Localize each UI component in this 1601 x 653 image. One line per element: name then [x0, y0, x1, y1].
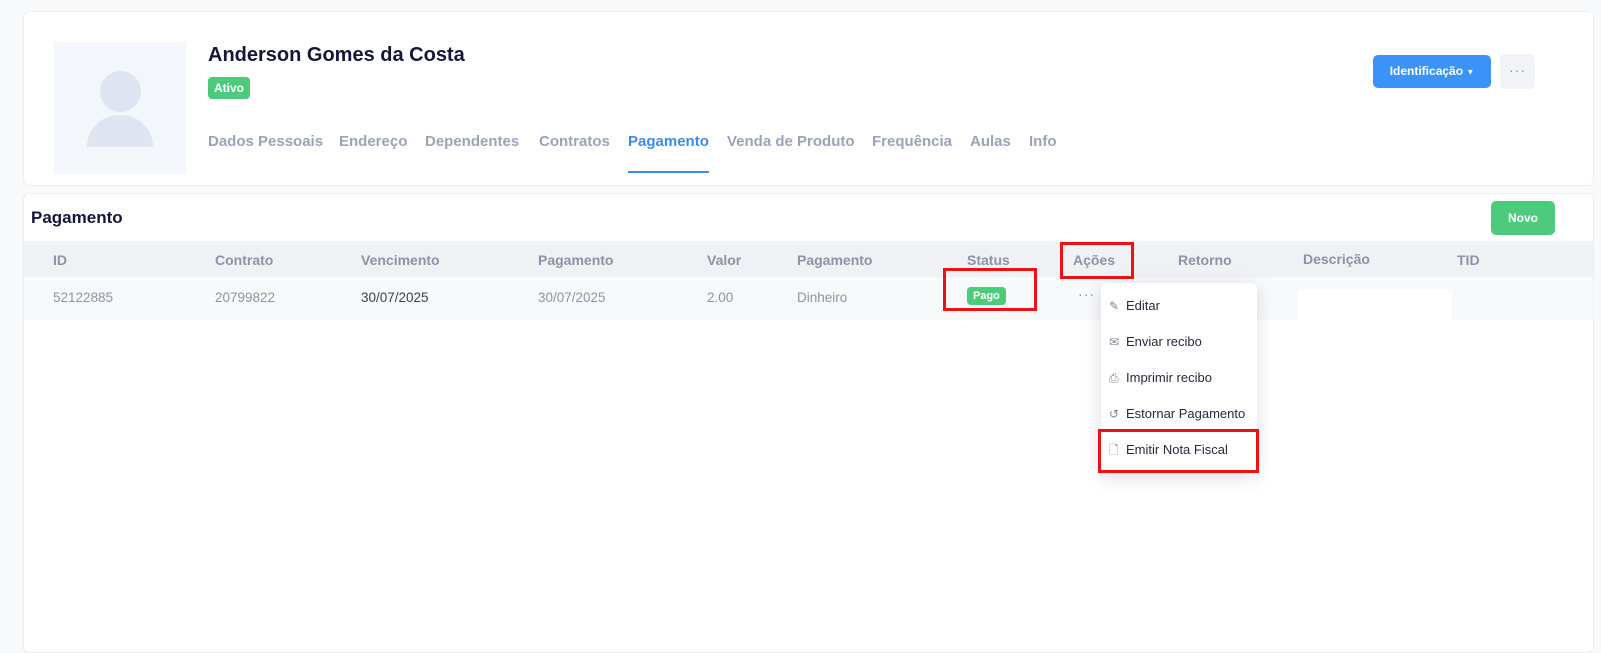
cell-valor: 2.00	[707, 290, 734, 305]
menu-item-label: Editar	[1126, 298, 1160, 313]
avatar-head-shape	[100, 71, 141, 112]
section-title: Pagamento	[31, 208, 123, 227]
caret-down-icon: ▼	[1466, 67, 1475, 77]
menu-item-imprimir-recibo[interactable]: ⎙ Imprimir recibo	[1109, 370, 1212, 386]
identification-button[interactable]: Identificação ▼	[1373, 55, 1491, 88]
more-options-button[interactable]: ···	[1500, 54, 1535, 89]
highlight-box-acoes	[1060, 242, 1134, 279]
highlight-box-status	[943, 268, 1037, 311]
ellipsis-icon: ···	[1509, 62, 1526, 78]
profile-card: Anderson Gomes da Costa Ativo Dados Pess…	[23, 11, 1594, 186]
column-header-descricao: Descrição	[1303, 251, 1370, 267]
column-header-vencimento: Vencimento	[361, 252, 440, 268]
highlight-box-emitir-nota-fiscal	[1098, 429, 1259, 473]
tab-frequencia[interactable]: Frequência	[872, 133, 952, 173]
menu-item-label: Estornar Pagamento	[1126, 406, 1246, 421]
cell-pagamento-data: 30/07/2025	[538, 290, 606, 305]
column-header-valor: Valor	[707, 252, 742, 268]
column-header-tid: TID	[1457, 252, 1480, 268]
avatar	[54, 42, 186, 174]
printer-icon: ⎙	[1109, 371, 1119, 385]
edit-icon: ✎	[1109, 299, 1120, 313]
column-header-pagamento-forma: Pagamento	[797, 252, 873, 268]
cell-descricao	[1298, 290, 1452, 320]
avatar-body-shape	[87, 115, 153, 147]
menu-item-estornar-pagamento[interactable]: ↺ Estornar Pagamento	[1109, 406, 1245, 421]
menu-item-label: Imprimir recibo	[1126, 370, 1212, 385]
tab-dados-pessoais[interactable]: Dados Pessoais	[208, 133, 323, 173]
identification-button-label: Identificação	[1389, 64, 1464, 78]
cell-vencimento: 30/07/2025	[361, 290, 429, 305]
tab-contratos[interactable]: Contratos	[539, 133, 610, 173]
menu-item-enviar-recibo[interactable]: ✉ Enviar recibo	[1109, 334, 1202, 349]
profile-name: Anderson Gomes da Costa	[208, 44, 465, 66]
column-header-retorno: Retorno	[1178, 252, 1232, 268]
payments-card: Pagamento Novo ID Contrato Vencimento Pa…	[23, 193, 1594, 653]
cell-contrato: 20799822	[215, 290, 276, 305]
tab-dependentes[interactable]: Dependentes	[425, 133, 519, 173]
row-actions-button[interactable]: ···	[1078, 286, 1095, 302]
table-header: ID Contrato Vencimento Pagamento Valor P…	[24, 241, 1593, 277]
tab-pagamento[interactable]: Pagamento	[628, 133, 709, 173]
column-header-contrato: Contrato	[215, 252, 274, 268]
menu-item-label: Enviar recibo	[1126, 334, 1202, 349]
table-row: 52122885 20799822 30/07/2025 30/07/2025 …	[24, 277, 1593, 320]
tab-aulas[interactable]: Aulas	[970, 133, 1011, 173]
mail-icon: ✉	[1109, 335, 1120, 349]
menu-item-editar[interactable]: ✎ Editar	[1109, 298, 1160, 313]
undo-icon: ↺	[1109, 407, 1120, 421]
column-header-status: Status	[967, 252, 1010, 268]
new-payment-button[interactable]: Novo	[1491, 201, 1555, 235]
tab-info[interactable]: Info	[1029, 133, 1057, 173]
tab-venda-de-produto[interactable]: Venda de Produto	[727, 133, 855, 173]
cell-id: 52122885	[53, 290, 114, 305]
column-header-pagamento-data: Pagamento	[538, 252, 614, 268]
status-badge: Ativo	[208, 77, 250, 99]
tab-endereco[interactable]: Endereço	[339, 133, 407, 173]
column-header-id: ID	[53, 252, 67, 268]
cell-pagamento-forma: Dinheiro	[797, 290, 848, 305]
